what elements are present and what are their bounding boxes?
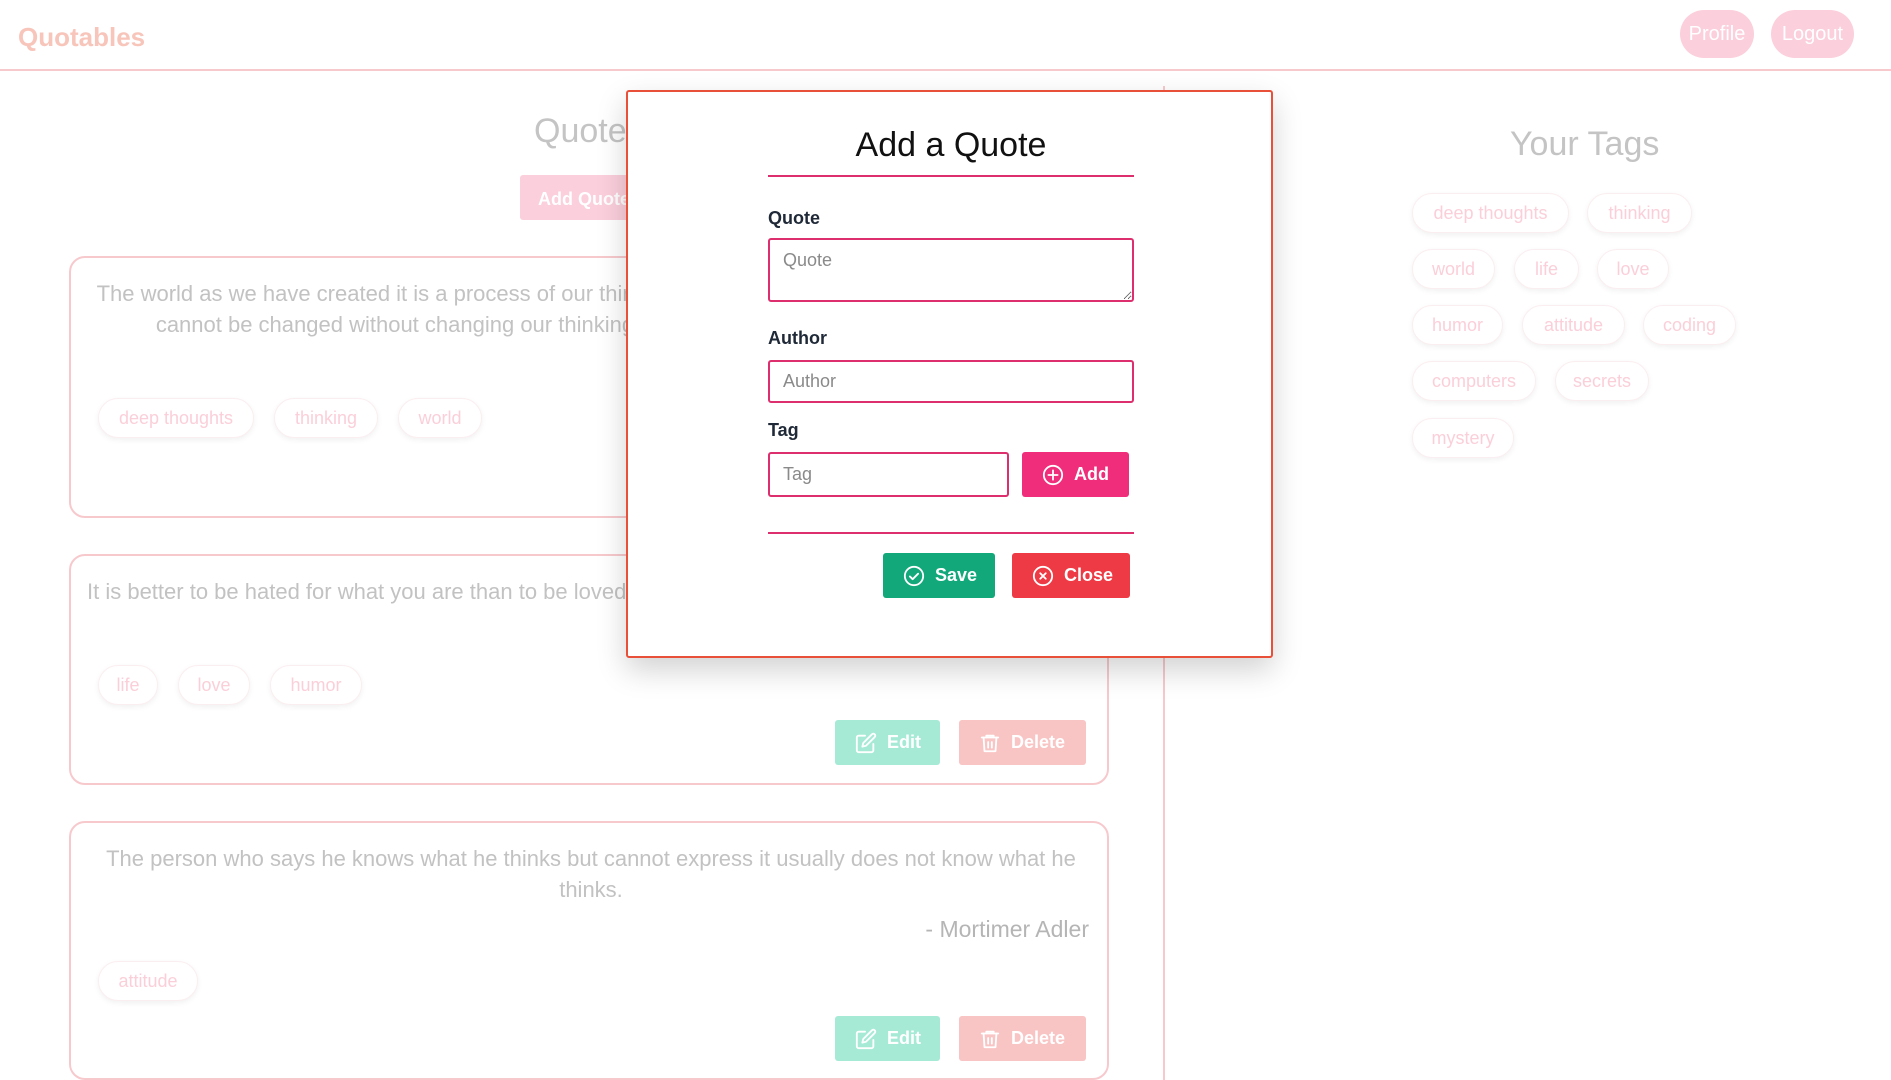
edit-icon [855,732,877,753]
profile-button[interactable]: Profile [1680,10,1754,58]
tag-chip[interactable]: world [1412,249,1495,289]
tag-chip[interactable]: thinking [1587,193,1692,233]
tag-chip[interactable]: secrets [1555,361,1649,401]
quote-label: Quote [768,208,820,228]
add-tag-button[interactable]: Add [1022,452,1129,497]
plus-circle-icon [1042,464,1064,485]
quote-tag-chip[interactable]: love [178,665,250,705]
tag-chip[interactable]: attitude [1522,305,1625,345]
delete-label: Delete [1011,732,1066,752]
check-circle-icon [903,565,925,586]
quote-tag-chip[interactable]: deep thoughts [98,398,254,438]
tag-chip[interactable]: mystery [1412,418,1514,458]
quote-tag-chip[interactable]: life [98,665,158,705]
tag-chip[interactable]: computers [1412,361,1536,401]
close-button[interactable]: Close [1012,553,1130,598]
logout-button[interactable]: Logout [1771,10,1854,58]
quote-tag-chip[interactable]: attitude [98,961,198,1001]
trash-icon [980,1030,1000,1048]
modal-divider [768,532,1134,534]
close-label: Close [1064,565,1114,585]
x-circle-icon [1032,565,1054,586]
tag-label: Tag [768,420,799,440]
edit-button[interactable]: Edit [835,1016,940,1061]
author-label: Author [768,328,827,348]
author-input[interactable] [768,360,1134,403]
delete-button[interactable]: Delete [959,720,1086,765]
quote-text: The world as we have created it is a pro… [96,281,700,337]
tag-input[interactable] [768,452,1009,497]
edit-label: Edit [887,1028,921,1048]
trash-icon [980,734,1000,752]
edit-button[interactable]: Edit [835,720,940,765]
tag-chip[interactable]: deep thoughts [1412,193,1569,233]
quote-input[interactable] [768,238,1134,302]
modal-divider [768,175,1134,177]
tag-chip[interactable]: love [1597,249,1669,289]
quote-tag-chip[interactable]: humor [270,665,362,705]
delete-label: Delete [1011,1028,1066,1048]
tag-chip[interactable]: life [1514,249,1579,289]
quote-text: It is better to be hated for what you ar… [87,579,647,604]
edit-icon [855,1028,877,1049]
add-label: Add [1074,464,1109,484]
quote-text: The person who says he knows what he thi… [106,846,1076,902]
save-button[interactable]: Save [883,553,995,598]
save-label: Save [935,565,978,585]
quote-tag-chip[interactable]: thinking [274,398,378,438]
modal-title: Add a Quote [855,126,1047,164]
brand-logo[interactable]: Quotables [18,22,145,53]
tag-chip[interactable]: coding [1643,305,1736,345]
add-quote-modal: Add a Quote Quote Author Tag Add Save Cl… [626,90,1273,658]
app-header: Quotables Profile Logout [0,0,1891,71]
delete-button[interactable]: Delete [959,1016,1086,1061]
tag-chip[interactable]: humor [1412,305,1503,345]
your-tags-heading: Your Tags [1510,125,1660,163]
quote-card: The person who says he knows what he thi… [69,821,1109,1080]
edit-label: Edit [887,732,921,752]
quote-author: - Mortimer Adler [925,916,1089,942]
quote-tag-chip[interactable]: world [398,398,482,438]
